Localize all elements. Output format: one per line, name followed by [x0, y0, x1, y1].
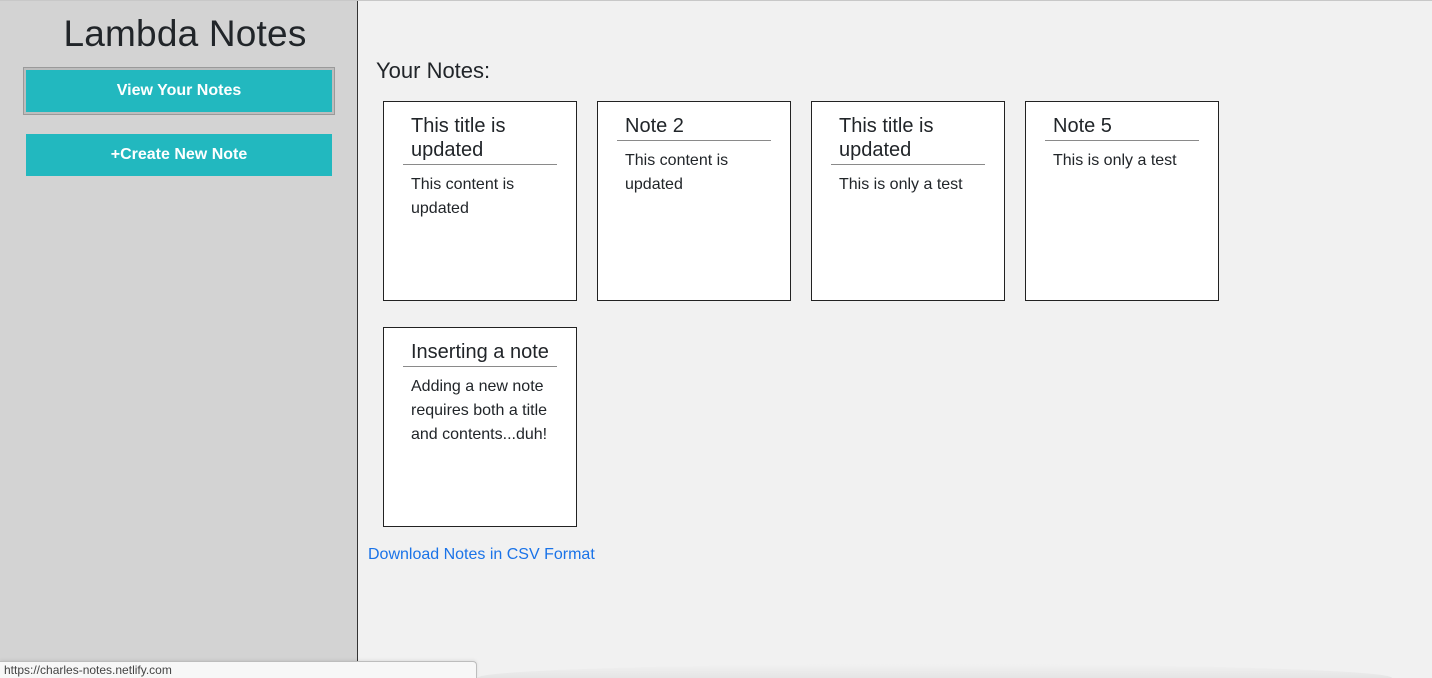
note-card[interactable]: Note 2 This content is updated: [597, 101, 791, 301]
app-title: Lambda Notes: [63, 13, 307, 54]
note-title: This title is updated: [831, 114, 985, 165]
app-window: Lambda Notes View Your Notes +Create New…: [0, 0, 1432, 678]
note-content: This content is updated: [411, 176, 515, 217]
view-notes-button[interactable]: View Your Notes: [26, 70, 332, 112]
note-card[interactable]: This title is updated This is only a tes…: [811, 101, 1005, 301]
note-title: Note 5: [1045, 114, 1199, 141]
main-content: Your Notes: This title is updated This c…: [359, 1, 1432, 678]
note-title: Note 2: [617, 114, 771, 141]
note-card[interactable]: Inserting a note Adding a new note requi…: [383, 327, 577, 527]
download-csv-link[interactable]: Download Notes in CSV Format: [368, 546, 595, 564]
create-note-button[interactable]: +Create New Note: [26, 134, 332, 176]
note-card[interactable]: Note 5 This is only a test: [1025, 101, 1219, 301]
note-content: This is only a test: [839, 176, 963, 193]
note-content: This content is updated: [625, 152, 729, 193]
note-content: Adding a new note requires both a title …: [411, 378, 548, 443]
note-card[interactable]: This title is updated This content is up…: [383, 101, 577, 301]
note-content: This is only a test: [1053, 152, 1177, 169]
notes-grid: This title is updated This content is up…: [383, 101, 1263, 527]
section-title: Your Notes:: [376, 58, 491, 83]
note-title: This title is updated: [403, 114, 557, 165]
status-bar-url: https://charles-notes.netlify.com: [0, 661, 477, 678]
note-title: Inserting a note: [403, 340, 557, 367]
sidebar: Lambda Notes View Your Notes +Create New…: [0, 1, 358, 678]
